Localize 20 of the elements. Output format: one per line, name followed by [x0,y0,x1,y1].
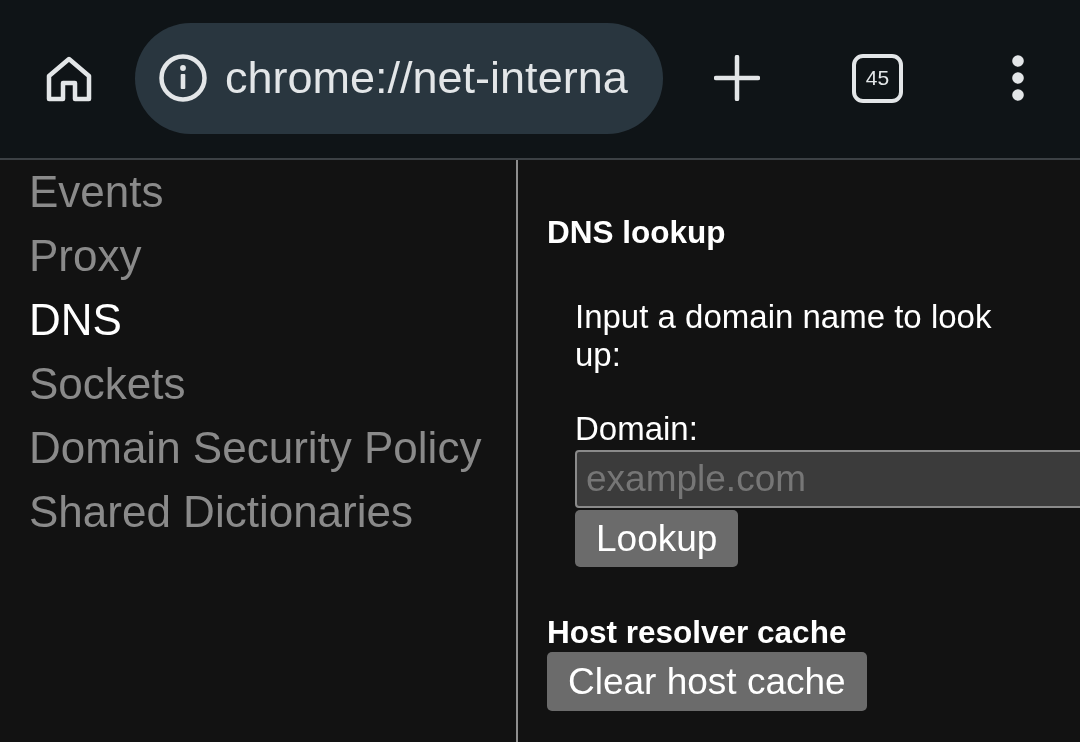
section-heading: Host resolver cache [547,614,848,650]
instruction-text: Input a domain name to look up: [575,298,993,374]
sidebar-item[interactable]: Events [29,160,164,224]
sidebar-item[interactable]: DNS [29,288,122,352]
domain-label: Domain: [575,410,699,448]
sidebar-item[interactable]: Sockets [29,352,186,416]
info-icon[interactable] [159,54,207,102]
sidebar-item[interactable]: Proxy [29,224,142,288]
sidebar-item[interactable]: Shared Dictionaries [29,480,413,544]
domain-input-field[interactable]: example.com [575,450,1080,508]
address-bar[interactable]: chrome://net-interna [135,22,663,134]
menu-icon[interactable] [1011,54,1025,102]
tab-switcher-button[interactable]: 45 [852,53,903,103]
sidebar-item[interactable]: Domain Security Policy [29,416,482,480]
home-icon[interactable] [45,54,93,102]
url-text: chrome://net-interna [225,52,628,104]
new-tab-icon[interactable] [714,55,760,101]
clear-host-cache-button[interactable]: Clear host cache [547,652,867,711]
section-heading: DNS lookup [547,215,727,249]
lookup-button[interactable]: Lookup [575,510,739,567]
